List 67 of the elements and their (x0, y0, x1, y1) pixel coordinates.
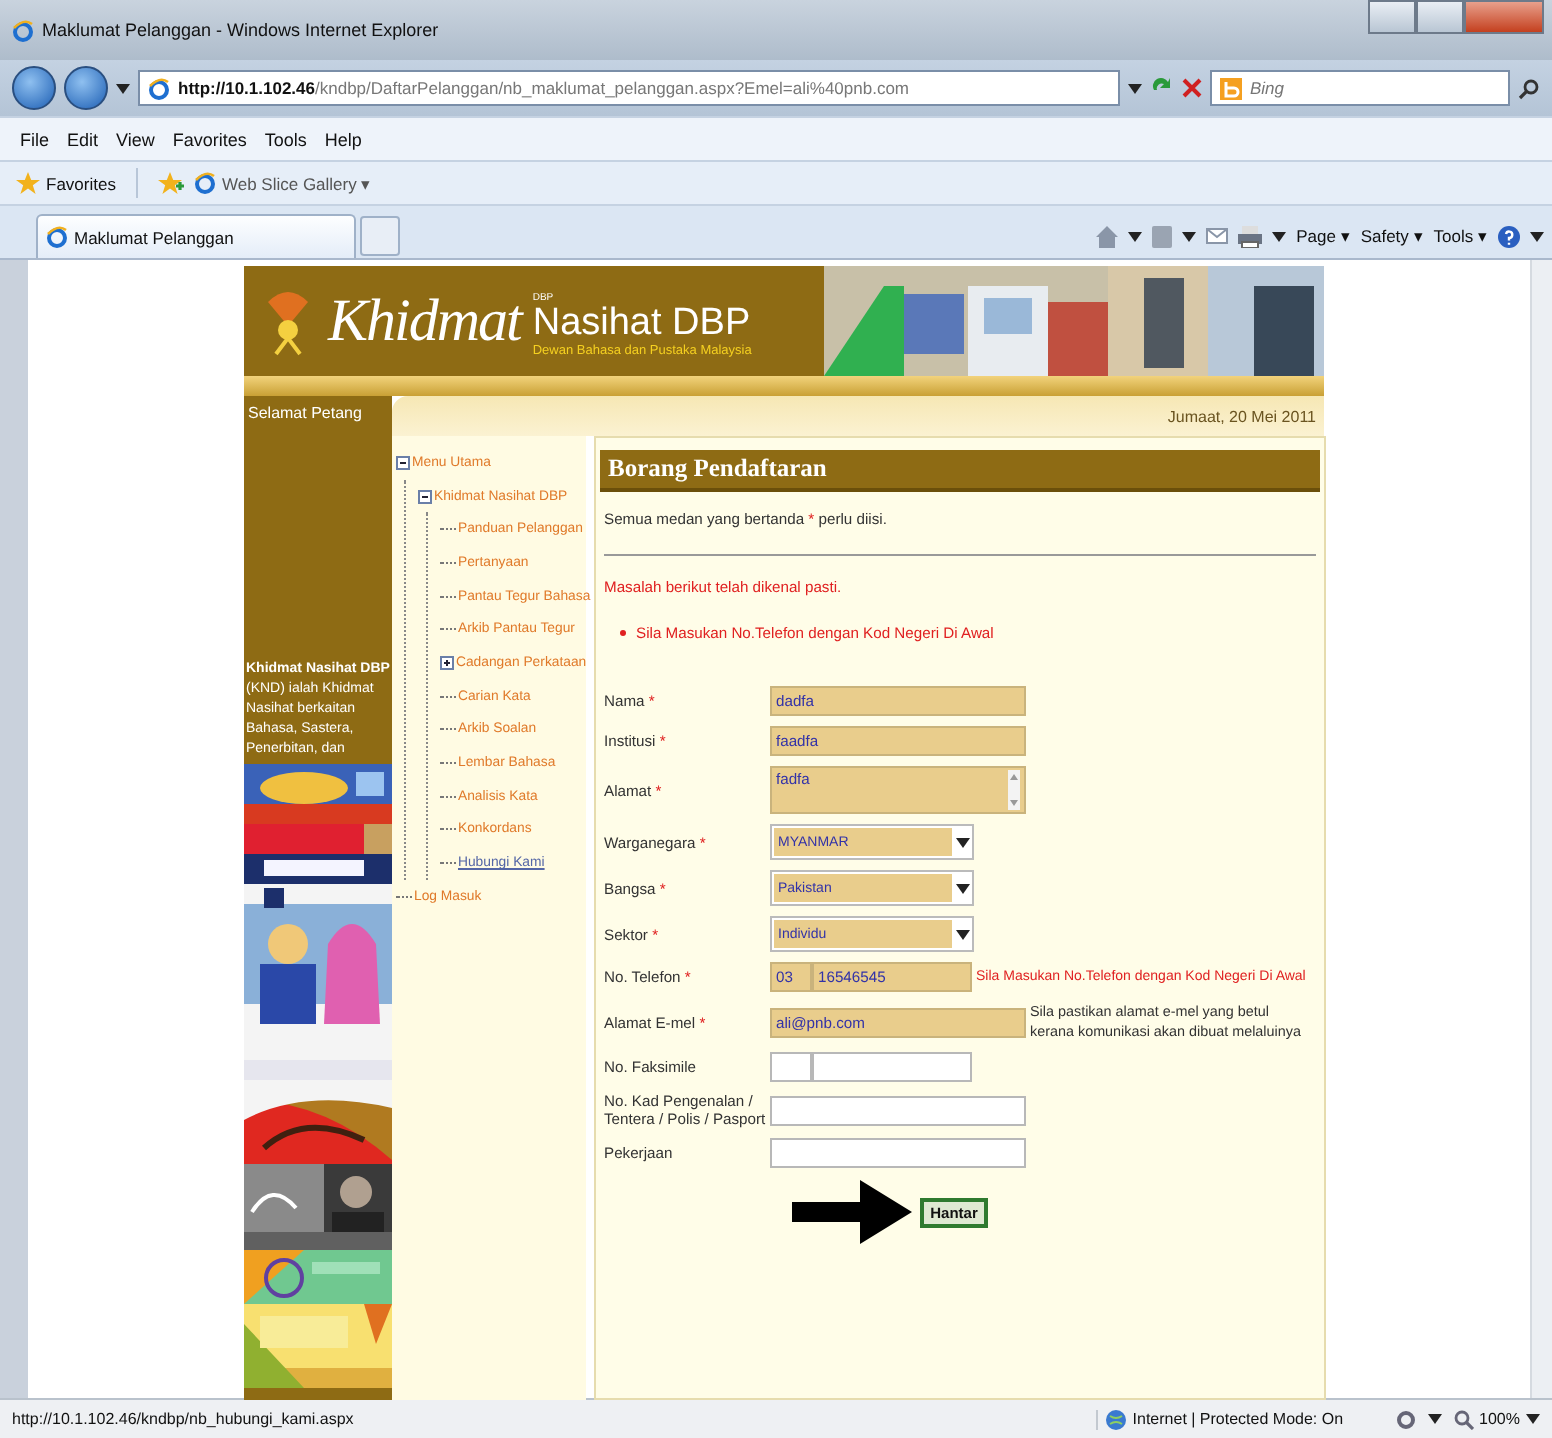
address-caret-icon (1128, 83, 1142, 93)
menu-item[interactable]: View (116, 129, 155, 149)
command-menu[interactable]: Tools ▾ (1433, 226, 1488, 246)
caret-icon (1427, 1414, 1442, 1424)
text-field[interactable] (770, 1138, 1026, 1168)
collapse-icon[interactable] (396, 455, 410, 470)
ie-icon (193, 172, 216, 194)
add-favorite-icon[interactable] (157, 171, 184, 195)
caret-icon (1128, 231, 1143, 241)
date: Jumaat, 20 Mei 2011 (1167, 407, 1316, 425)
status-url: http://10.1.102.46/kndbp/nb_hubungi_kami.aspx (12, 1410, 356, 1428)
dropdown-caret-icon (956, 929, 970, 939)
forward-button[interactable] (64, 66, 108, 110)
collapse-icon[interactable] (418, 489, 432, 504)
arrow-icon (792, 1180, 913, 1244)
caret-icon (1182, 231, 1197, 241)
phone-number-field[interactable] (812, 1052, 972, 1082)
text-field[interactable] (770, 1095, 1026, 1125)
scroll-arrows-icon[interactable] (1008, 770, 1020, 810)
zoom-control[interactable]: 100% (1453, 1409, 1540, 1429)
caret-icon (1526, 1414, 1540, 1424)
ie-icon (46, 226, 68, 248)
help-icon[interactable] (1498, 225, 1520, 247)
minimize-button[interactable] (1368, 0, 1416, 34)
back-button[interactable] (12, 66, 56, 110)
menu-item[interactable]: Favorites (172, 129, 247, 149)
caret-icon (1272, 231, 1287, 241)
search-icon[interactable] (1518, 77, 1540, 99)
history-caret-icon (116, 83, 130, 93)
menu-item[interactable]: File (20, 129, 50, 149)
dropdown-caret-icon (956, 883, 970, 893)
form-title: Borang Pendaftaran (600, 450, 1320, 492)
browser-icon (12, 19, 34, 41)
banner-title: Nasihat DBP (532, 304, 752, 344)
caret-icon (1530, 231, 1544, 241)
favorites-button[interactable]: Favorites (16, 171, 116, 195)
zoom-icon (1453, 1409, 1474, 1429)
command-menu[interactable]: Safety ▾ (1360, 226, 1424, 246)
dropdown-caret-icon (956, 837, 970, 847)
close-button[interactable] (1464, 0, 1544, 34)
web-slice-gallery-link[interactable]: Web Slice Gallery ▾ (193, 172, 372, 194)
window-title: Maklumat Pelanggan - Windows Internet Explorer (42, 20, 441, 40)
menu-item[interactable]: Edit (67, 129, 99, 149)
stop-icon[interactable] (1182, 78, 1202, 98)
bullet-icon (620, 630, 626, 636)
expand-icon[interactable] (440, 655, 454, 670)
search-provider-icon (1220, 77, 1242, 99)
menu-item[interactable]: Help (324, 129, 362, 149)
page-icon (148, 77, 170, 99)
security-zone[interactable]: Internet | Protected Mode: On (1096, 1409, 1344, 1429)
search-field[interactable]: Bing (1210, 70, 1510, 106)
print-icon[interactable] (1238, 225, 1263, 247)
scrollbar[interactable] (1530, 260, 1552, 1398)
menu-item[interactable]: Tools (264, 129, 307, 149)
maximize-button[interactable] (1416, 0, 1464, 34)
area-code-field[interactable] (770, 1052, 812, 1082)
settings-icon[interactable] (1395, 1409, 1416, 1429)
star-icon (16, 171, 40, 195)
mail-icon[interactable] (1206, 228, 1229, 244)
address-field[interactable]: http://10.1.102.46/kndbp/DaftarPelanggan/nb_maklumat_pelanggan.aspx?Emel=ali%40pnb.com (138, 70, 1120, 106)
banner-script-title: Khidmat (328, 287, 521, 355)
new-tab-button[interactable] (360, 216, 400, 256)
globe-icon (1106, 1409, 1127, 1429)
browser-tab[interactable]: Maklumat Pelanggan (36, 214, 356, 258)
greeting: Selamat Petang (244, 396, 392, 436)
home-icon[interactable] (1096, 225, 1119, 247)
command-menu[interactable]: Page ▾ (1296, 226, 1351, 246)
